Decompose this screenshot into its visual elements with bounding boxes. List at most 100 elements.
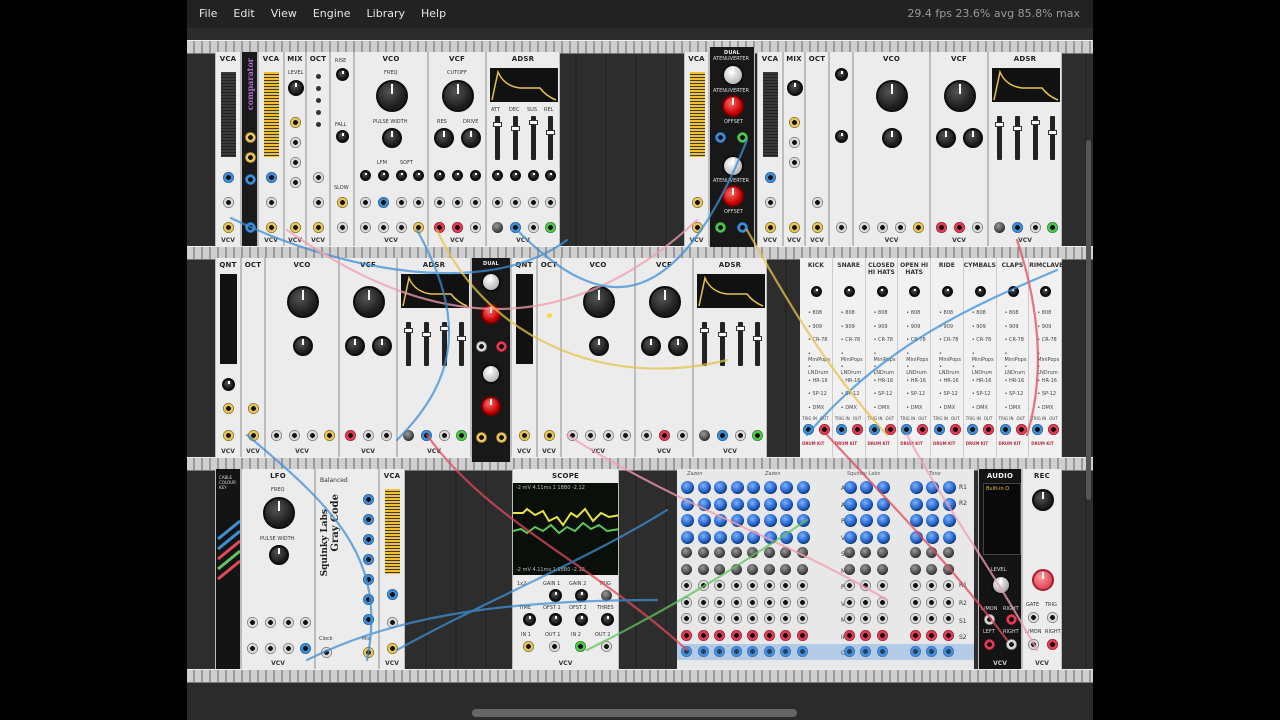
mixer-control[interactable] [796,514,810,527]
kit-option-label[interactable]: • LNDrum [808,364,832,376]
offset-1-knob[interactable] [549,613,562,626]
mixer-jack[interactable] [860,580,871,591]
mixer-control[interactable] [942,547,954,558]
out-jack[interactable] [692,222,703,233]
in-jack[interactable] [290,117,301,128]
attenuverter-knob[interactable] [722,155,744,177]
out-1-jack[interactable] [549,641,560,652]
decay-slider[interactable] [1013,116,1022,160]
menu-help[interactable]: Help [413,0,454,28]
kit-option-label[interactable]: • CR-78 [972,337,991,343]
mixer-control[interactable] [926,547,937,558]
mixer-control[interactable] [843,481,857,494]
in-jack[interactable] [715,222,726,233]
pulse-width-knob[interactable] [269,545,289,565]
out-jack[interactable] [248,430,259,441]
kit-option-label[interactable]: • SP-12 [874,391,893,397]
mixer-control[interactable] [714,514,727,527]
level-knob[interactable] [991,575,1011,595]
cv-input-jack[interactable] [765,172,776,183]
mixer-control[interactable] [843,563,855,575]
mixer-jack[interactable] [909,629,921,641]
mixer-jack[interactable] [843,629,855,641]
vertical-scrollbar[interactable] [1086,140,1091,500]
module-vca[interactable]: VCA VCV [757,52,783,246]
output-jack[interactable] [245,222,256,233]
kit-select-knob[interactable] [811,286,822,297]
decay-slider[interactable] [422,322,431,366]
mixer-control[interactable] [747,497,760,511]
in-jack[interactable] [345,430,356,441]
mixer-control[interactable] [714,563,725,575]
module-rec[interactable]: REC GATE TRIG L/MON RIGHT VCV [1022,469,1062,669]
pulse-width-knob[interactable] [382,128,402,148]
mixer-jack[interactable] [730,613,742,624]
kit-option-label[interactable]: • HR-16 [1005,378,1025,384]
kit-option-label[interactable]: • 808 [1037,310,1051,316]
mixer-control[interactable] [942,481,956,494]
cutoff-knob[interactable] [353,286,385,318]
mixer-control[interactable] [860,547,871,558]
trig-in-jack[interactable] [901,424,913,435]
kit-option-label[interactable]: • 909 [939,324,953,330]
out-jack[interactable] [1015,424,1027,435]
hpf-out-jack[interactable] [972,222,983,233]
mixer-control[interactable] [780,547,791,558]
mixer-control[interactable] [926,563,937,575]
sin-out-jack[interactable] [247,643,258,654]
module-adsr[interactable]: ADSR VCV [397,258,471,457]
kit-option-label[interactable]: • SP-12 [808,391,827,397]
kit-option-label[interactable]: • SP-12 [841,391,860,397]
kit-option-label[interactable]: • 808 [906,310,920,316]
out-jack[interactable] [313,222,324,233]
mixer-control[interactable] [697,497,711,511]
bit-out-jack[interactable] [363,514,374,525]
right-out-jack[interactable] [1006,639,1017,650]
offset-2-knob[interactable] [575,613,588,626]
module-dual-attenuverter[interactable]: DUAL ATENUVERTER ATENUVERTER OFFSET ATEN… [709,47,755,247]
decay-slider[interactable] [511,116,520,160]
release-slider[interactable] [546,116,555,160]
lpf-out-jack[interactable] [363,430,374,441]
sustain-slider[interactable] [440,322,449,366]
mixer-control[interactable] [860,563,871,575]
out-jack[interactable] [387,643,398,654]
sqr-out-jack[interactable] [413,222,424,233]
mixer-control[interactable] [796,497,810,511]
trig-in-jack[interactable] [934,424,945,435]
drum-column[interactable]: CLOSED HI HATS • 808 • 909 • CR-78 • MiniPop… [866,258,899,457]
offset-knob[interactable] [481,396,501,416]
env-out-jack[interactable] [456,430,467,441]
mixer-control[interactable] [926,530,939,544]
kit-option-label[interactable]: • SP-12 [906,391,925,397]
dec-cv-knob[interactable] [510,170,521,181]
v-oct-jack[interactable] [223,403,234,414]
mix-out-jack[interactable] [789,222,800,233]
module-gray-code[interactable]: Balanced Squinky Labs Gray Code Clock Mi… [315,469,379,669]
resonance-knob[interactable] [936,128,956,148]
mixer-jack[interactable] [926,596,937,608]
v-oct-jack[interactable] [248,403,259,414]
mixer-jack[interactable] [697,629,709,641]
offset-knob[interactable] [481,304,501,324]
resonance-knob[interactable] [641,336,661,356]
kit-option-label[interactable]: • 808 [939,310,953,316]
mixer-control[interactable] [730,530,744,544]
mixer-jack[interactable] [730,596,742,608]
module-vcf[interactable]: VCF VCV [930,52,988,246]
out-jack[interactable] [544,430,555,441]
drive-knob[interactable] [461,128,481,148]
mixer-jack[interactable] [860,629,871,641]
out-jack[interactable] [737,132,748,143]
mixer-jack[interactable] [860,596,871,608]
gain-knob[interactable] [1032,489,1054,511]
mixer-control[interactable] [909,530,923,544]
v-oct-jack[interactable] [378,197,389,208]
in-2-jack[interactable] [575,641,586,652]
tri-out-jack[interactable] [378,222,389,233]
module-dual-attenuverter[interactable]: DUAL [471,258,511,462]
attenuverter-knob[interactable] [481,272,501,292]
module-cable-colour-key[interactable]: CABLE COLOUR KEY [215,469,241,669]
right-jack[interactable] [1047,639,1058,650]
kit-option-label[interactable]: • CR-78 [939,337,958,343]
